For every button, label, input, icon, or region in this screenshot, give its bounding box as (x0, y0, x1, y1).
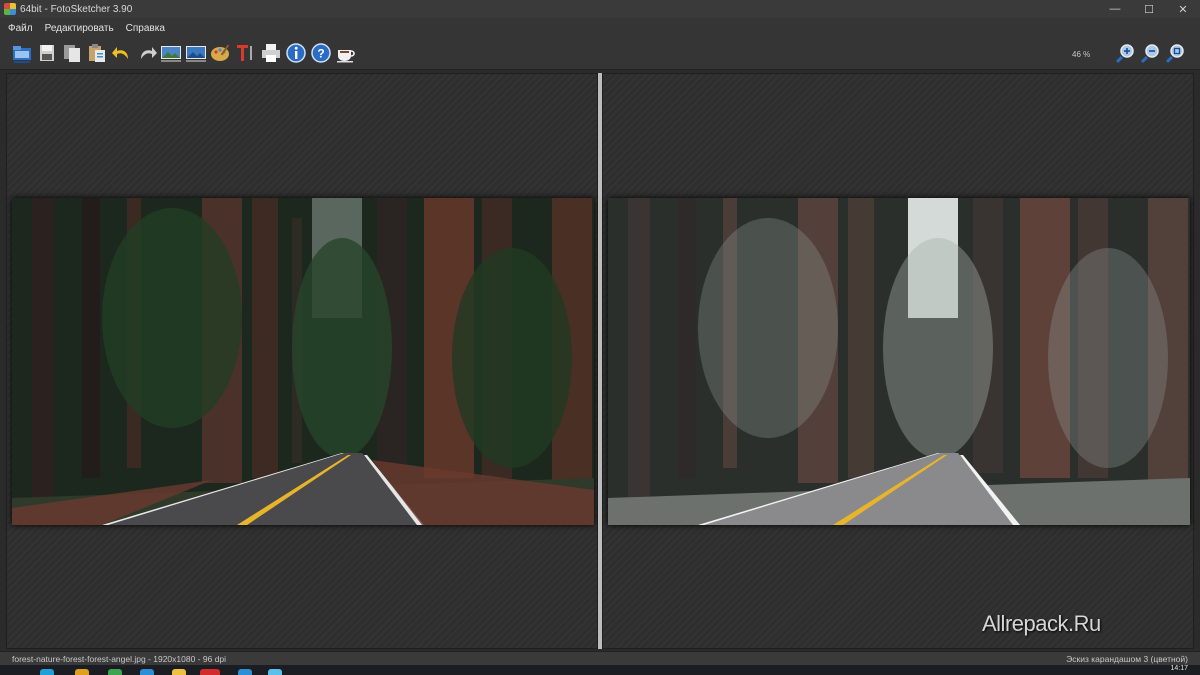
original-photo (12, 198, 594, 525)
minimize-button[interactable]: — (1098, 0, 1132, 18)
menu-bar: Файл Редактировать Справка (0, 18, 1200, 38)
taskbar-app-icon[interactable] (238, 669, 252, 675)
taskbar-app-icon[interactable] (200, 669, 220, 675)
redo-icon[interactable] (136, 42, 158, 66)
taskbar-clock[interactable]: 14:17 (1170, 665, 1188, 672)
zoom-fit-icon[interactable] (1165, 42, 1187, 66)
toolbar: ? 46 % (0, 38, 1200, 70)
open-icon[interactable] (11, 42, 33, 66)
watermark-text: Allrepack.Ru (982, 611, 1101, 636)
status-effect: Эскиз карандашом 3 (цветной) (1066, 653, 1188, 664)
status-file-info: forest-nature-forest-forest-angel.jpg - … (12, 653, 227, 664)
status-bar: forest-nature-forest-forest-angel.jpg - … (0, 651, 1200, 665)
taskbar-app-icon[interactable] (40, 669, 54, 675)
taskbar-app-icon[interactable] (140, 669, 154, 675)
taskbar-app-icon[interactable] (108, 669, 122, 675)
info-icon[interactable] (285, 42, 307, 66)
palette-icon[interactable] (210, 42, 232, 66)
menu-file[interactable]: Файл (6, 23, 35, 34)
undo-icon[interactable] (111, 42, 133, 66)
zoom-out-icon[interactable] (1140, 42, 1162, 66)
menu-edit[interactable]: Редактировать (43, 23, 116, 34)
menu-help[interactable]: Справка (124, 23, 167, 34)
paste-icon[interactable] (86, 42, 108, 66)
title-bar: 64bit - FotoSketcher 3.90 — ☐ ✕ (0, 0, 1200, 18)
maximize-button[interactable]: ☐ (1132, 0, 1166, 18)
result-image-panel[interactable] (602, 73, 1194, 649)
os-taskbar: 14:17 (0, 665, 1200, 675)
print-icon[interactable] (260, 42, 282, 66)
image-left-icon[interactable] (160, 42, 182, 66)
image-right-icon[interactable] (185, 42, 207, 66)
zoom-in-icon[interactable] (1115, 42, 1137, 66)
text-icon[interactable] (234, 42, 256, 66)
window-title: 64bit - FotoSketcher 3.90 (20, 3, 133, 15)
taskbar-app-icon[interactable] (268, 669, 282, 675)
sketch-photo (608, 198, 1190, 525)
close-button[interactable]: ✕ (1166, 0, 1200, 18)
zoom-level: 46 % (1072, 50, 1091, 59)
copy-icon[interactable] (61, 42, 83, 66)
coffee-icon[interactable] (335, 42, 357, 66)
original-image-panel[interactable] (6, 73, 598, 649)
help-icon[interactable]: ? (310, 42, 332, 66)
app-icon (4, 3, 16, 15)
taskbar-app-icon[interactable] (172, 669, 186, 675)
taskbar-app-icon[interactable] (75, 669, 89, 675)
save-icon[interactable] (36, 42, 58, 66)
svg-text:?: ? (317, 47, 324, 61)
